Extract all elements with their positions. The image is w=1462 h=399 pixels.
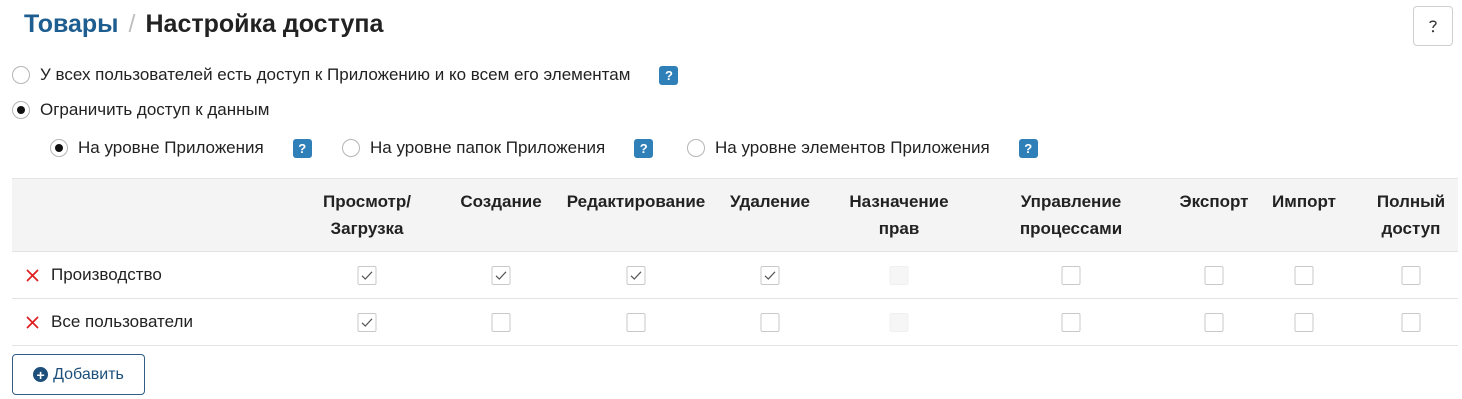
column-header-line: Назначение [849, 192, 949, 211]
checkbox-full[interactable] [1401, 266, 1421, 285]
checkbox-import[interactable] [1294, 313, 1314, 332]
help-level-elements-icon[interactable]: ? [1018, 138, 1038, 158]
remove-row-icon[interactable] [24, 266, 40, 284]
checkbox-edit[interactable] [626, 266, 646, 285]
column-header-edit: Редактирование [567, 188, 706, 215]
radio-all-access[interactable] [12, 66, 30, 84]
check-icon [630, 271, 642, 280]
table-row: Производство [12, 252, 1458, 299]
column-header-rights: Назначение прав [849, 188, 948, 242]
table-header: Просмотр/Загрузка Создание Редактирование У… [12, 179, 1458, 252]
column-header-export: Экспорт [1180, 188, 1249, 215]
checkbox-delete[interactable] [760, 313, 780, 332]
column-header-line: Экспорт [1179, 192, 1249, 211]
breadcrumb: Товары / Настройка доступа [24, 6, 383, 42]
radio-level-elements[interactable] [687, 139, 705, 157]
checkbox-processes[interactable] [1061, 313, 1081, 332]
access-option-restrict[interactable]: Ограничить доступ к данным [12, 100, 269, 120]
checkbox-delete[interactable] [760, 266, 780, 285]
remove-row-icon[interactable] [24, 313, 40, 331]
level-option-elements[interactable]: На уровне элементов Приложения ? [687, 138, 1038, 158]
column-header-line: Удаление [730, 192, 810, 211]
help-level-app-icon[interactable]: ? [292, 138, 312, 158]
checkbox-export[interactable] [1204, 313, 1224, 332]
checkbox-full[interactable] [1401, 313, 1421, 332]
checkbox-rights [889, 313, 909, 332]
column-header-line: Полный [1376, 192, 1446, 211]
column-header-line: Просмотр/ [323, 192, 411, 211]
check-icon [495, 271, 507, 280]
column-header-line: Редактирование [566, 192, 706, 211]
breadcrumb-parent-link[interactable]: Товары [24, 10, 119, 39]
column-header-line: Импорт [1272, 192, 1336, 211]
column-header-view: Просмотр/Загрузка [323, 188, 411, 242]
column-header-line: Загрузка [330, 219, 404, 238]
breadcrumb-separator: / [128, 9, 136, 38]
help-all-access-icon[interactable]: ? [659, 65, 679, 85]
plus-circle-icon: + [33, 367, 49, 382]
access-option-all-label: У всех пользователей есть доступ к Прило… [40, 65, 631, 84]
column-header-line: Управление [1020, 192, 1122, 211]
column-header-line: доступ [1381, 219, 1441, 238]
check-icon [361, 271, 373, 280]
checkbox-export[interactable] [1204, 266, 1224, 285]
checkbox-edit[interactable] [626, 313, 646, 332]
level-option-app-label: На уровне Приложения [78, 138, 264, 157]
column-header-delete: Удаление [730, 188, 810, 215]
help-button[interactable] [1413, 6, 1453, 46]
row-label: Все пользователи [51, 312, 193, 331]
table-body: Производство Все пользователи [12, 252, 1458, 346]
add-button[interactable]: + Добавить [12, 354, 145, 395]
help-level-folders-icon[interactable]: ? [634, 138, 654, 158]
access-option-all[interactable]: У всех пользователей есть доступ к Прило… [12, 65, 679, 85]
level-option-elements-label: На уровне элементов Приложения [715, 138, 990, 157]
column-header-import: Импорт [1272, 188, 1336, 215]
checkbox-view[interactable] [357, 266, 377, 285]
row-label: Производство [51, 265, 162, 284]
table-row: Все пользователи [12, 299, 1458, 346]
question-icon [1429, 20, 1437, 33]
add-button-label: Добавить [53, 365, 124, 383]
access-option-restrict-label: Ограничить доступ к данным [40, 100, 270, 119]
checkbox-create[interactable] [491, 266, 511, 285]
permissions-table: Просмотр/Загрузка Создание Редактирование У… [12, 178, 1458, 346]
column-header-full: Полный доступ [1377, 188, 1445, 242]
checkbox-view[interactable] [357, 313, 377, 332]
checkbox-import[interactable] [1294, 266, 1314, 285]
check-icon [764, 271, 776, 280]
level-option-app[interactable]: На уровне Приложения ? [50, 138, 312, 158]
radio-restrict-access[interactable] [12, 101, 30, 119]
column-header-line: Создание [460, 192, 542, 211]
level-option-folders-label: На уровне папок Приложения [370, 138, 606, 157]
checkbox-create[interactable] [491, 313, 511, 332]
check-icon [361, 318, 373, 327]
checkbox-processes[interactable] [1061, 266, 1081, 285]
column-header-line: прав [878, 219, 920, 238]
level-option-folders[interactable]: На уровне папок Приложения ? [342, 138, 654, 158]
column-header-line: процессами [1019, 219, 1123, 238]
radio-level-folders[interactable] [342, 139, 360, 157]
column-header-create: Создание [460, 188, 541, 215]
column-header-processes: Управление процессами [1020, 188, 1122, 242]
radio-level-app[interactable] [50, 139, 68, 157]
page-title: Настройка доступа [145, 9, 384, 38]
checkbox-rights [889, 266, 909, 285]
